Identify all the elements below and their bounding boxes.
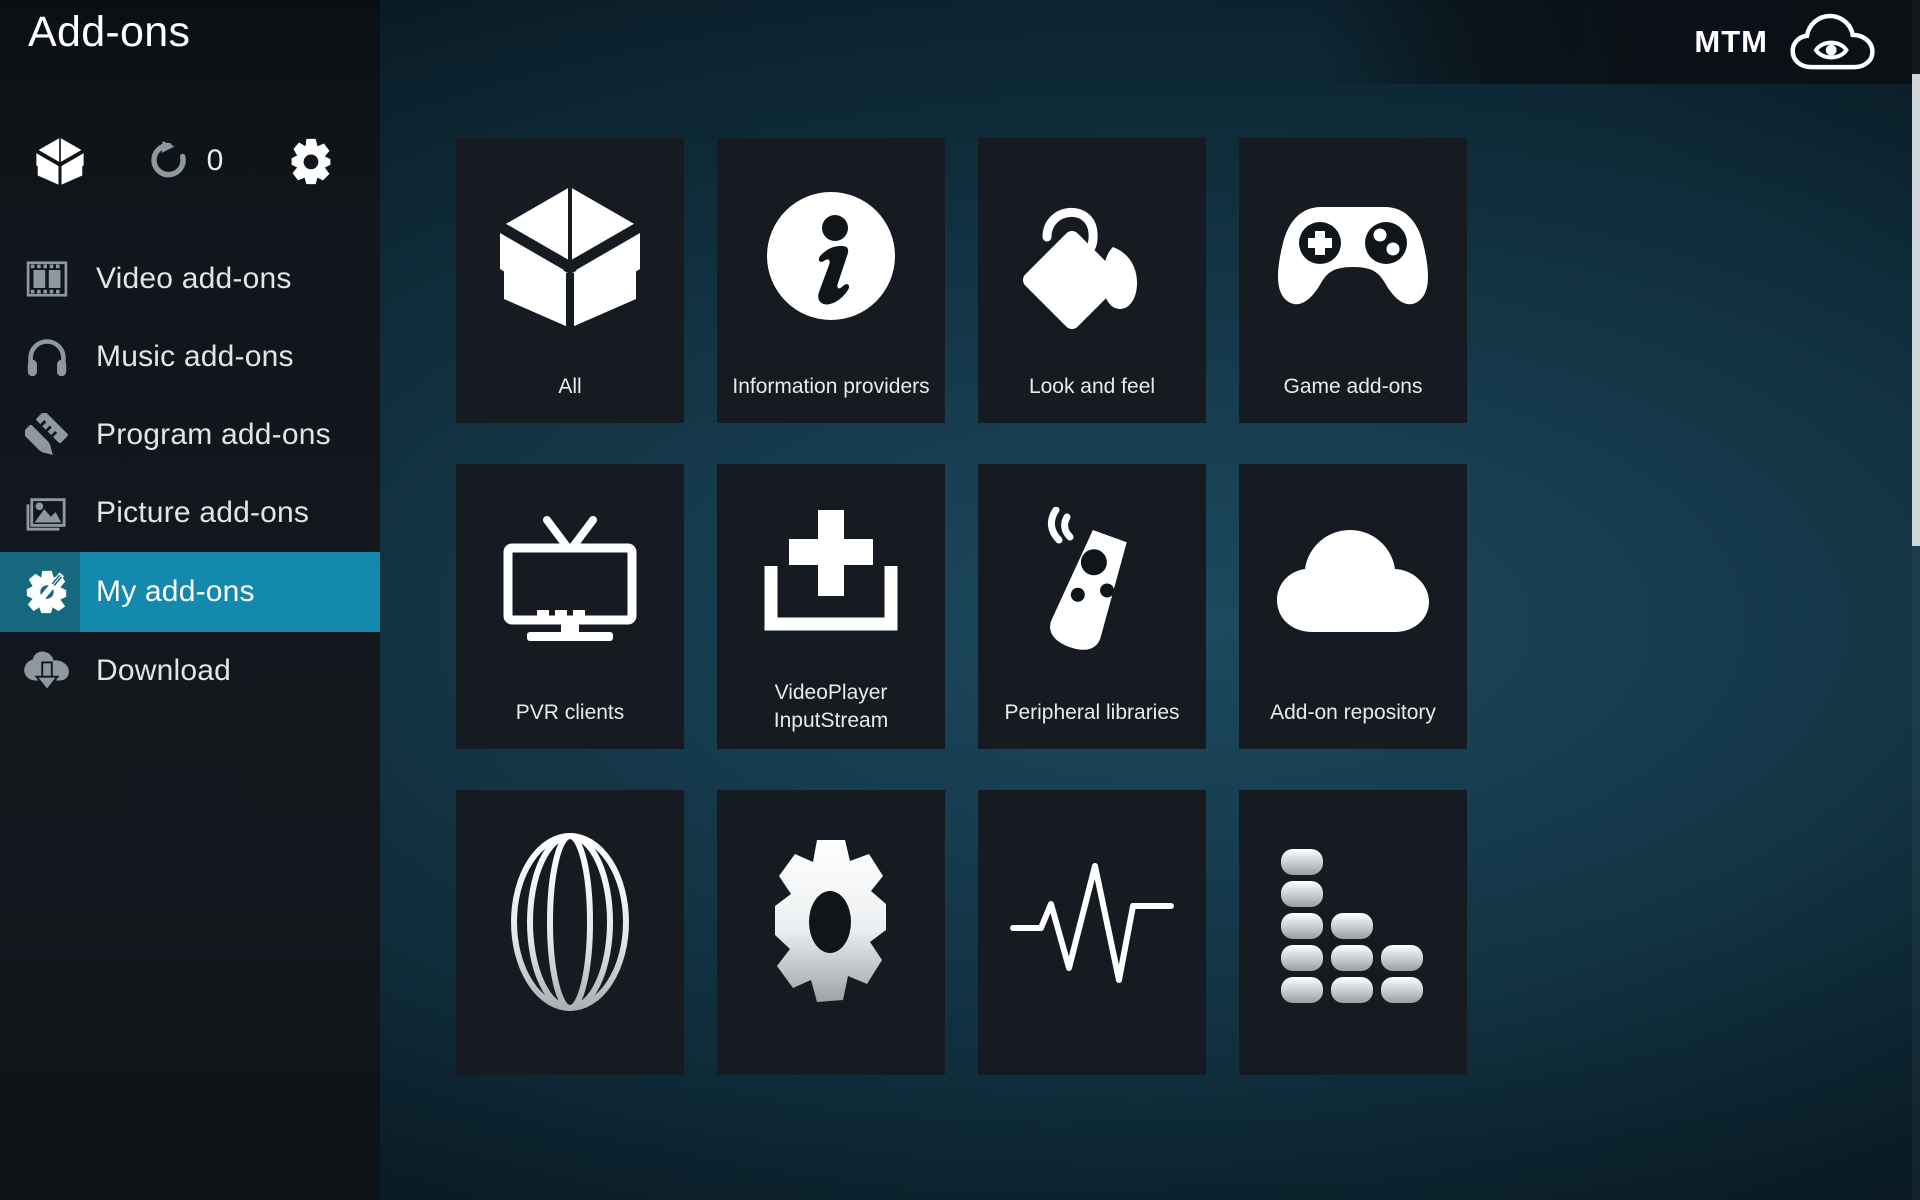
tile-label-line-1: VideoPlayer	[774, 681, 888, 704]
cloud-eye-icon	[1790, 13, 1876, 71]
sidebar-item-label: Picture add-ons	[96, 496, 310, 529]
sidebar-item-music-addons[interactable]: Music add-ons	[0, 318, 380, 396]
tile-label	[1239, 1053, 1467, 1075]
tile-label: PVR clients	[515, 701, 625, 724]
gear-icon	[287, 137, 335, 185]
info-circle-icon	[717, 138, 945, 373]
update-count: 0	[206, 144, 224, 177]
open-box-icon	[456, 138, 684, 373]
equalizer-icon	[1239, 790, 1467, 1053]
pencil-ruler-icon	[8, 413, 86, 457]
tile-label-line-2: InputStream	[773, 709, 889, 732]
page-title: Add-ons	[28, 8, 191, 56]
tile-addon-repository[interactable]: Add-on repository	[1239, 464, 1467, 749]
remote-control-icon	[978, 464, 1206, 699]
sidebar-item-label: Download	[96, 654, 232, 687]
tile-all[interactable]: All	[456, 138, 684, 423]
gamepad-icon	[1239, 138, 1467, 373]
sidebar-item-label: Video add-ons	[96, 262, 292, 295]
sidebar-item-video-addons[interactable]: Video add-ons	[0, 240, 380, 318]
tile-game-addons[interactable]: Game add-ons	[1239, 138, 1467, 423]
sidebar-toolbar: 0	[0, 126, 380, 196]
refresh-button[interactable]: 0	[120, 129, 252, 193]
tile-label	[717, 1053, 945, 1075]
tile-label: All	[558, 375, 582, 398]
sidebar-item-picture-addons[interactable]: Picture add-ons	[0, 474, 380, 552]
brand-text: MTM	[1694, 24, 1768, 59]
gear-solid-icon	[717, 790, 945, 1053]
tile-peripheral-libraries[interactable]: Peripheral libraries	[978, 464, 1206, 749]
tile-look-and-feel[interactable]: Look and feel	[978, 138, 1206, 423]
brand-logo: MTM	[1320, 0, 1920, 84]
refresh-icon	[149, 139, 189, 183]
tile-label	[978, 1053, 1206, 1075]
photo-icon	[8, 493, 86, 533]
tile-visualizations[interactable]	[1239, 790, 1467, 1075]
globe-icon	[456, 790, 684, 1053]
tile-pvr-clients[interactable]: PVR clients	[456, 464, 684, 749]
sidebar-nav: Video add-ons Music add-ons Program add-…	[0, 240, 380, 710]
cloud-icon	[1239, 464, 1467, 699]
waveform-icon	[978, 790, 1206, 1053]
tile-label: VideoPlayer InputStream	[717, 679, 945, 749]
gear-wrench-icon	[8, 569, 86, 615]
install-from-box-button[interactable]	[0, 129, 120, 193]
sidebar-item-label: Music add-ons	[96, 340, 294, 373]
tile-services[interactable]	[717, 790, 945, 1075]
sidebar-item-label: Program add-ons	[96, 418, 331, 451]
sidebar-item-label: My add-ons	[96, 575, 255, 608]
sidebar-item-my-addons[interactable]: My add-ons	[0, 552, 380, 632]
tile-label: Look and feel	[1028, 375, 1156, 398]
tile-label: Information providers	[732, 375, 930, 398]
sidebar-item-download[interactable]: Download	[0, 632, 380, 710]
settings-button[interactable]	[252, 129, 370, 193]
cloud-download-icon	[8, 651, 86, 691]
tile-web-interface[interactable]	[456, 790, 684, 1075]
tile-videoplayer-inputstream[interactable]: VideoPlayer InputStream	[717, 464, 945, 749]
sidebar: Add-ons 0 Video add-ons Music add-ons Pr…	[0, 0, 380, 1200]
scrollbar-thumb[interactable]	[1912, 74, 1920, 546]
tile-label	[456, 1053, 684, 1075]
sidebar-item-program-addons[interactable]: Program add-ons	[0, 396, 380, 474]
kodi-addons-window: All Information providers Look and feel …	[0, 0, 1920, 1200]
tile-label: Add-on repository	[1270, 701, 1436, 724]
tile-label: Game add-ons	[1283, 375, 1423, 398]
inbox-plus-icon	[717, 464, 945, 679]
tile-information-providers[interactable]: Information providers	[717, 138, 945, 423]
paint-bucket-icon	[978, 138, 1206, 373]
headphones-icon	[8, 337, 86, 377]
tv-icon	[456, 464, 684, 699]
open-box-icon	[33, 135, 87, 187]
tile-label: Peripheral libraries	[1004, 701, 1180, 724]
addon-category-grid: All Information providers Look and feel …	[456, 138, 1786, 1075]
tile-audio-decoder[interactable]	[978, 790, 1206, 1075]
film-strip-icon	[8, 261, 86, 297]
